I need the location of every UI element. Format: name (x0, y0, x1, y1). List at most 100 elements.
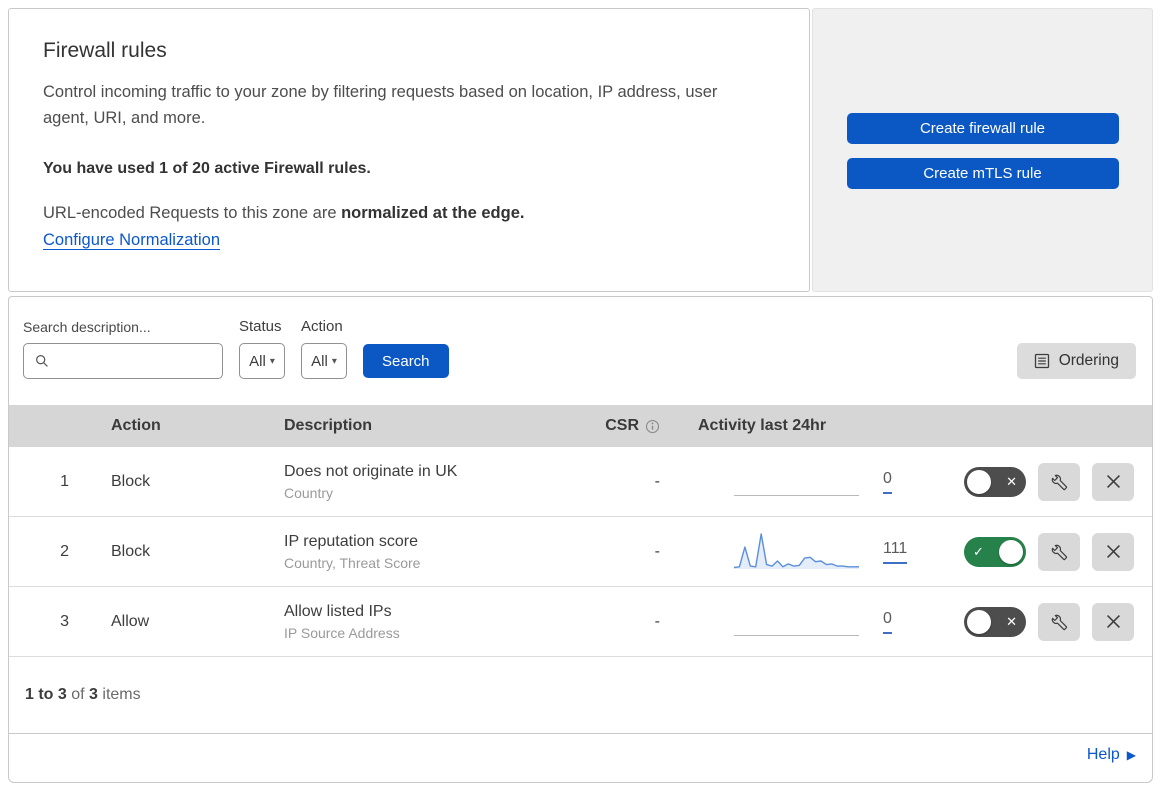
rule-csr: - (654, 542, 660, 560)
rule-activity-cell (682, 530, 867, 574)
table-row: 3 Allow Allow listed IPs IP Source Addre… (9, 587, 1152, 657)
activity-count-link[interactable]: 0 (883, 470, 892, 494)
wrench-icon (1051, 614, 1068, 630)
status-dropdown[interactable]: All ▾ (239, 343, 285, 379)
ordering-list-icon (1034, 353, 1049, 369)
delete-rule-button[interactable] (1092, 462, 1134, 501)
rule-enabled-toggle[interactable]: ✕ (964, 466, 1026, 497)
action-filter-group: Action All ▾ (301, 318, 347, 379)
ordering-button[interactable]: Ordering (1016, 343, 1136, 379)
activity-sparkline (734, 530, 859, 574)
toggle-knob (967, 609, 991, 634)
header-description: Description (284, 417, 373, 434)
info-icon[interactable] (645, 419, 660, 434)
rule-description: IP reputation score (284, 532, 419, 550)
activity-count-link[interactable]: 0 (883, 610, 892, 634)
normalization-note-bold: normalized at the edge. (341, 203, 525, 222)
help-link[interactable]: Help ▶ (1087, 746, 1136, 764)
rule-description: Does not originate in UK (284, 462, 458, 480)
rules-card: Search description... Status All ▾ Actio… (8, 296, 1153, 783)
chevron-down-icon: ▾ (331, 355, 337, 367)
rule-csr: - (654, 612, 660, 630)
wrench-icon (1051, 474, 1068, 490)
wrench-icon (1051, 544, 1068, 560)
search-button[interactable]: Search (363, 344, 449, 378)
toggle-off-x-icon: ✕ (1006, 474, 1017, 489)
rule-enabled-toggle[interactable]: ✕ (964, 606, 1026, 637)
header-csr: CSR (587, 417, 682, 435)
search-input[interactable] (23, 343, 223, 379)
rule-controls: ✓ (947, 532, 1152, 571)
configure-normalization-link[interactable]: Configure Normalization (43, 230, 220, 250)
header-action: Action (111, 417, 161, 434)
activity-sparkline-empty (734, 460, 859, 504)
intro-card: Firewall rules Control incoming traffic … (8, 8, 810, 292)
rule-description: Allow listed IPs (284, 602, 392, 620)
rule-action: Block (111, 472, 151, 490)
cta-panel: Create firewall rule Create mTLS rule (812, 8, 1153, 292)
chevron-down-icon: ▾ (269, 355, 275, 367)
rule-controls: ✕ (947, 462, 1152, 501)
rule-action: Allow (111, 612, 150, 630)
create-mtls-rule-button[interactable]: Create mTLS rule (846, 158, 1119, 189)
action-label: Action (301, 318, 343, 335)
rule-controls: ✕ (947, 602, 1152, 641)
toggle-knob (999, 539, 1023, 564)
rule-priority: 3 (60, 612, 69, 630)
toggle-on-check-icon: ✓ (973, 544, 984, 559)
action-dropdown-value: All (311, 352, 328, 370)
rule-description-cell: IP reputation score Country, Threat Scor… (245, 533, 587, 571)
toggle-off-x-icon: ✕ (1006, 614, 1017, 629)
pagination-summary: 1 to 3 of 3 items (9, 657, 1152, 733)
usage-summary: You have used 1 of 20 active Firewall ru… (43, 159, 371, 177)
search-icon (36, 355, 48, 367)
ordering-button-label: Ordering (1058, 352, 1119, 369)
rule-description-cell: Does not originate in UK Country (245, 463, 587, 501)
header-activity: Activity last 24hr (698, 417, 827, 434)
pagination-range: 1 to 3 (25, 686, 67, 703)
activity-sparkline-empty (734, 600, 859, 644)
delete-rule-button[interactable] (1092, 532, 1134, 571)
rule-activity-cell (682, 460, 867, 504)
rule-fields: IP Source Address (284, 624, 400, 641)
top-section: Firewall rules Control incoming traffic … (8, 8, 1153, 292)
normalization-note: URL-encoded Requests to this zone are no… (43, 204, 739, 223)
rule-activity-cell (682, 600, 867, 644)
action-dropdown[interactable]: All ▾ (301, 343, 347, 379)
help-row: Help ▶ (9, 733, 1152, 776)
table-row: 1 Block Does not originate in UK Country… (9, 447, 1152, 517)
activity-count-link[interactable]: 111 (883, 540, 908, 564)
rule-csr: - (654, 472, 660, 490)
pagination-items: items (97, 686, 141, 703)
rule-enabled-toggle[interactable]: ✓ (964, 536, 1026, 567)
status-label: Status (239, 318, 282, 335)
search-label: Search description... (23, 319, 151, 335)
edit-rule-button[interactable] (1038, 602, 1080, 641)
edit-rule-button[interactable] (1038, 462, 1080, 501)
rule-fields: Country (284, 484, 334, 501)
search-box (23, 343, 223, 379)
filter-bar: Search description... Status All ▾ Actio… (9, 297, 1152, 405)
table-row: 2 Block IP reputation score Country, Thr… (9, 517, 1152, 587)
toggle-knob (967, 469, 991, 494)
rule-activity-count-cell: 0 (867, 610, 947, 634)
edit-rule-button[interactable] (1038, 532, 1080, 571)
status-filter-group: Status All ▾ (239, 318, 285, 379)
rule-priority: 1 (60, 472, 69, 490)
close-icon (1106, 475, 1120, 488)
caret-right-icon: ▶ (1126, 748, 1136, 762)
rule-activity-count-cell: 0 (867, 470, 947, 494)
pagination-total: 3 (89, 686, 98, 703)
rule-action: Block (111, 542, 151, 560)
normalization-note-text: URL-encoded Requests to this zone are (43, 203, 342, 222)
pagination-of: of (66, 686, 90, 703)
rule-priority: 2 (60, 542, 69, 560)
delete-rule-button[interactable] (1092, 602, 1134, 641)
status-dropdown-value: All (249, 352, 266, 370)
search-field-group: Search description... (23, 319, 223, 379)
page-title: Firewall rules (43, 39, 167, 62)
create-firewall-rule-button[interactable]: Create firewall rule (846, 113, 1119, 144)
header-csr-label: CSR (605, 417, 639, 434)
help-link-label: Help (1086, 746, 1120, 763)
table-header: Action Description CSR Activity last 24h… (9, 405, 1152, 447)
